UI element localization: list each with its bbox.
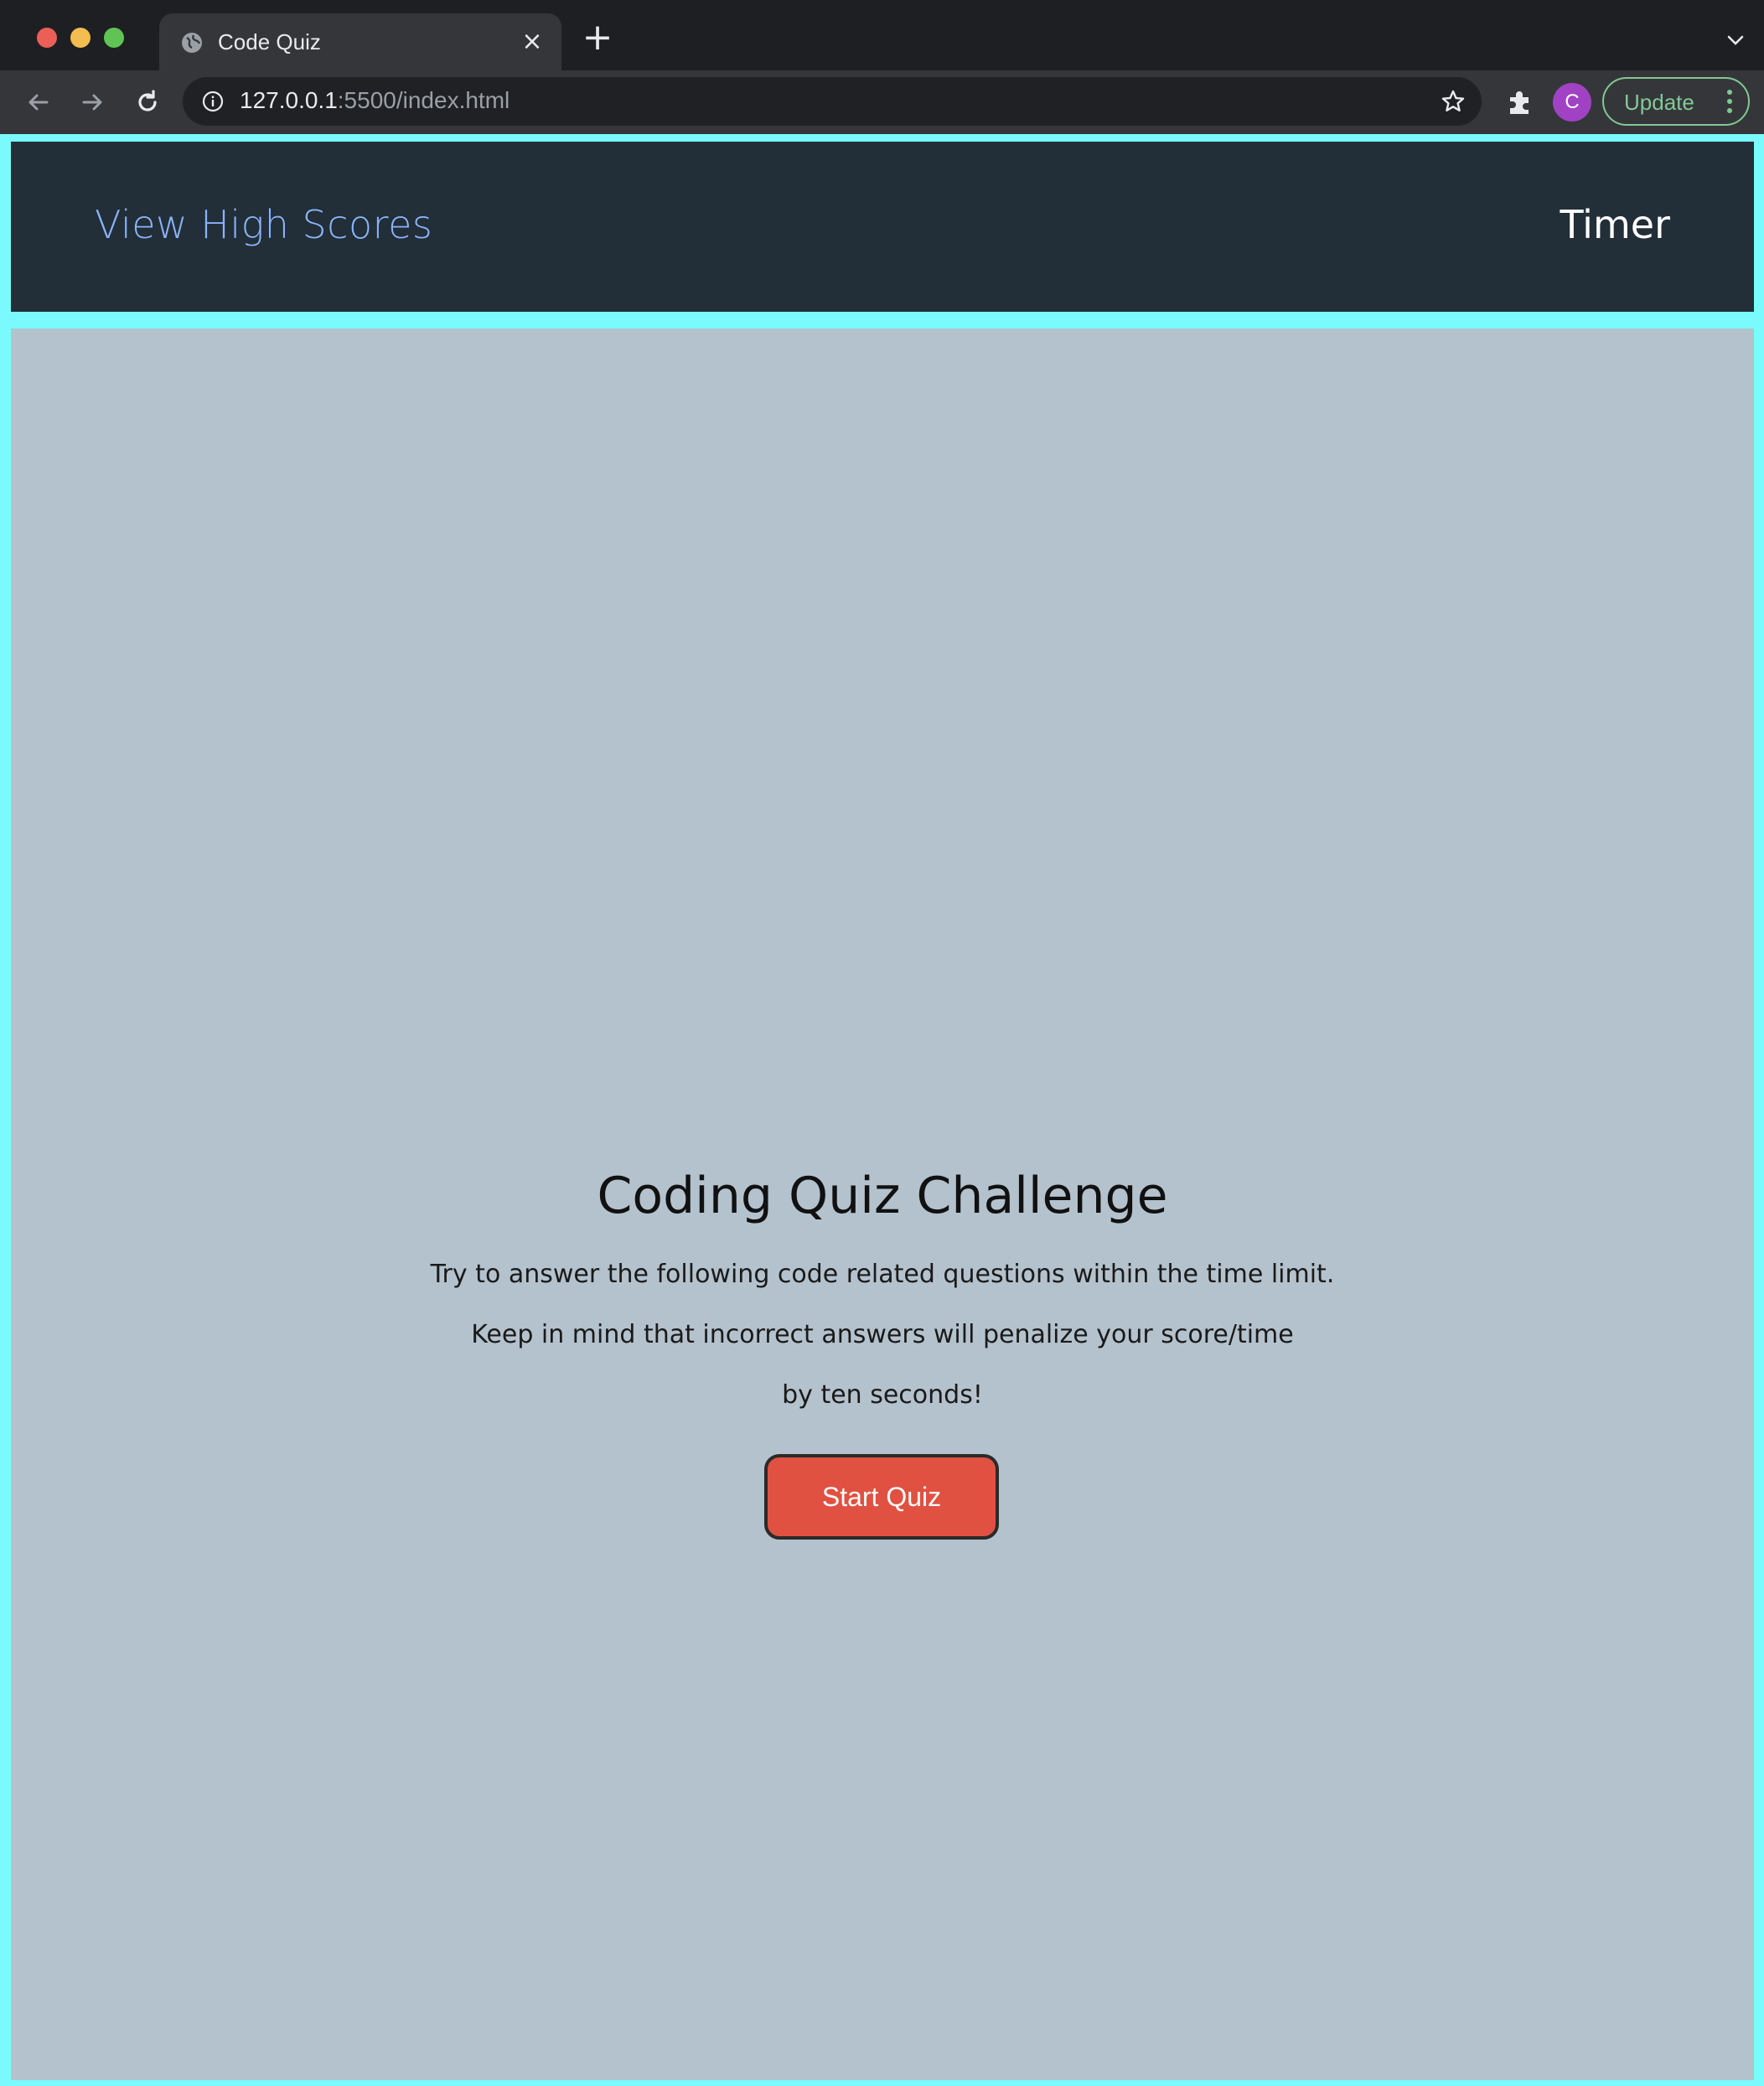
start-quiz-button[interactable]: Start Quiz <box>764 1454 999 1540</box>
profile-avatar[interactable]: C <box>1553 83 1591 122</box>
site-header: View High Scores Timer <box>11 142 1754 312</box>
kebab-menu-icon[interactable] <box>1726 89 1733 114</box>
close-window-button[interactable] <box>37 28 57 48</box>
plus-icon[interactable]: + <box>582 19 613 56</box>
timer-label: Timer <box>1560 202 1671 247</box>
browser-tab-strip: Code Quiz × + <box>0 0 1764 70</box>
chevron-down-icon[interactable] <box>1724 28 1747 52</box>
address-bar[interactable]: 127.0.0.1:5500/index.html <box>183 77 1482 126</box>
page-title: Coding Quiz Challenge <box>597 1167 1168 1225</box>
update-button[interactable]: Update <box>1602 77 1750 126</box>
instructions-line-2: Keep in mind that incorrect answers will… <box>471 1320 1294 1349</box>
page-viewport: View High Scores Timer Coding Quiz Chall… <box>0 134 1764 2086</box>
browser-tab-active[interactable]: Code Quiz × <box>159 13 561 70</box>
globe-icon <box>182 33 202 53</box>
info-icon[interactable] <box>201 90 225 113</box>
forward-arrow-icon[interactable] <box>75 85 109 119</box>
quiz-start-panel: Coding Quiz Challenge Try to answer the … <box>11 329 1754 2080</box>
url-text: 127.0.0.1:5500/index.html <box>240 87 510 114</box>
url-path: :5500/index.html <box>337 87 510 113</box>
back-arrow-icon[interactable] <box>22 85 55 119</box>
view-high-scores-link[interactable]: View High Scores <box>95 202 432 247</box>
instructions-line-3: by ten seconds! <box>782 1380 983 1410</box>
puzzle-icon[interactable] <box>1505 87 1535 117</box>
tab-title: Code Quiz <box>218 29 321 54</box>
close-icon[interactable]: × <box>518 28 546 56</box>
maximize-window-button[interactable] <box>104 28 124 48</box>
browser-toolbar: 127.0.0.1:5500/index.html C Update <box>0 70 1764 134</box>
update-button-label: Update <box>1624 90 1694 115</box>
reload-icon[interactable] <box>131 85 164 119</box>
url-host: 127.0.0.1 <box>240 87 338 113</box>
instructions-line-1: Try to answer the following code related… <box>430 1260 1335 1289</box>
star-icon[interactable] <box>1440 88 1467 115</box>
minimize-window-button[interactable] <box>70 28 91 48</box>
